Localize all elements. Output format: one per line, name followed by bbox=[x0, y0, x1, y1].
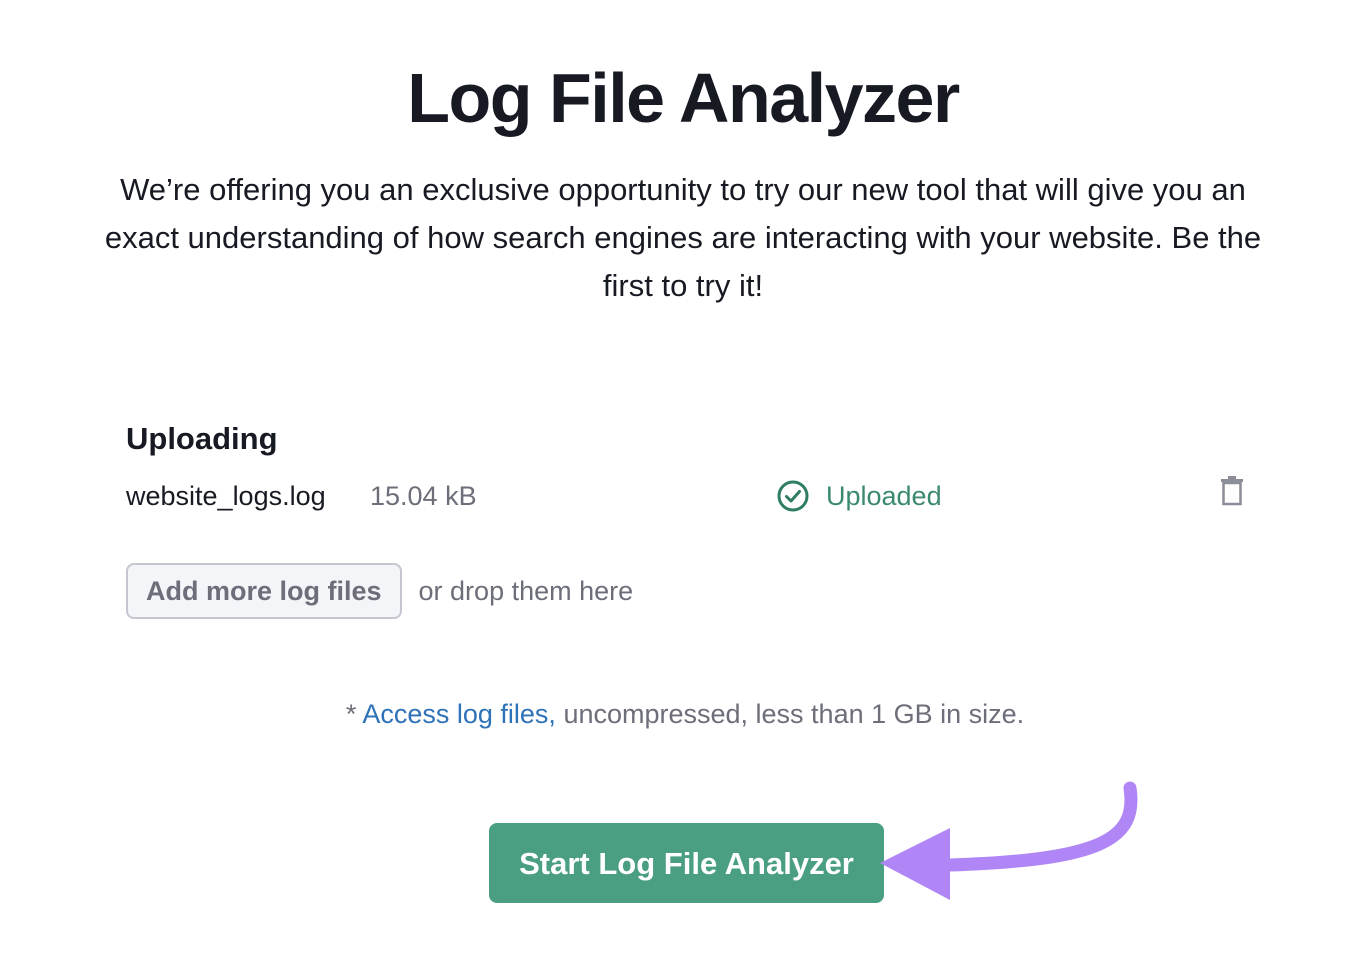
annotation-arrow-icon bbox=[880, 781, 1138, 900]
trash-icon bbox=[1219, 475, 1245, 511]
page: Log File Analyzer We’re offering you an … bbox=[0, 0, 1366, 966]
add-files-row: Add more log files or drop them here bbox=[126, 563, 633, 619]
file-requirements-note: * Access log files, uncompressed, less t… bbox=[0, 696, 1366, 732]
note-prefix: * bbox=[345, 699, 363, 729]
status-text: Uploaded bbox=[826, 481, 942, 511]
page-title: Log File Analyzer bbox=[407, 59, 960, 137]
uploading-heading: Uploading bbox=[126, 421, 278, 456]
upload-status: Uploaded bbox=[776, 478, 942, 514]
uploaded-file-row: website_logs.log 15.04 kB Uploaded bbox=[126, 474, 1251, 518]
intro-text: We’re offering you an exclusive opportun… bbox=[104, 172, 1262, 303]
drop-zone-hint: or drop them here bbox=[418, 575, 634, 606]
start-log-file-analyzer-button[interactable]: Start Log File Analyzer bbox=[489, 823, 884, 903]
file-size: 15.04 kB bbox=[370, 481, 477, 511]
add-more-log-files-button[interactable]: Add more log files bbox=[126, 563, 402, 619]
file-name: website_logs.log bbox=[126, 481, 326, 511]
delete-file-button[interactable] bbox=[1216, 475, 1248, 511]
note-suffix: uncompressed, less than 1 GB in size. bbox=[555, 699, 1025, 729]
check-circle-icon bbox=[776, 479, 810, 513]
access-log-files-link[interactable]: Access log files, bbox=[362, 699, 556, 729]
